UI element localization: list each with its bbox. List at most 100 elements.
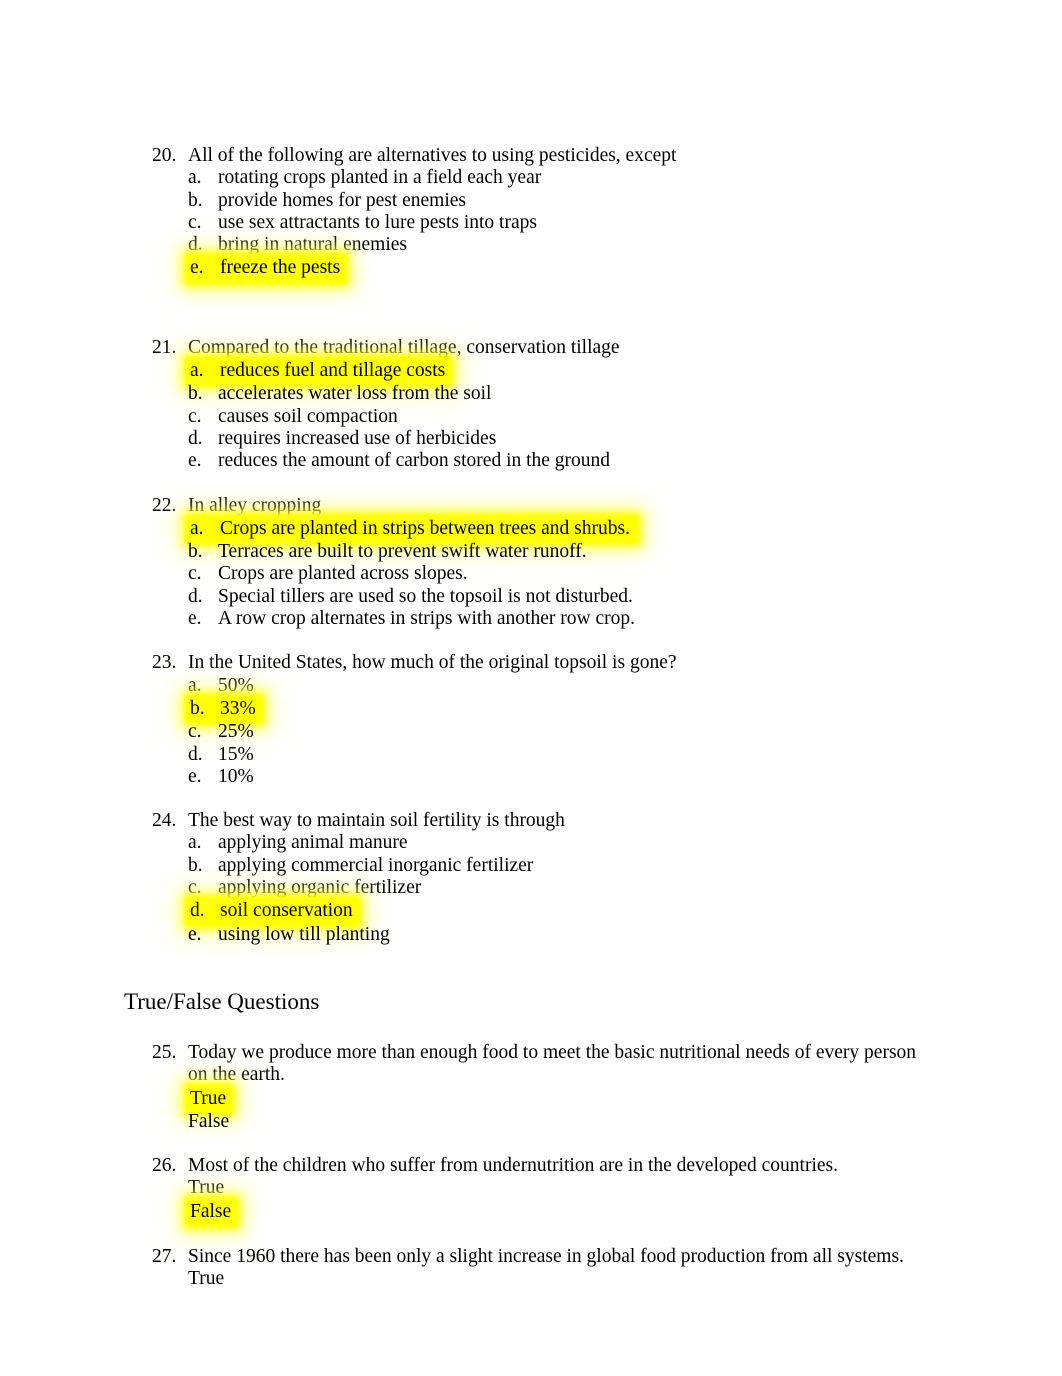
option-item[interactable]: e. using low till planting bbox=[0, 924, 1062, 946]
option-text: reduces the amount of carbon stored in t… bbox=[218, 450, 611, 472]
question-stem: In alley cropping bbox=[188, 494, 322, 516]
question-number: 23. bbox=[152, 652, 177, 674]
option-list: a. applying animal manure b. applying comme… bbox=[0, 832, 1062, 945]
question-stem-line: 27. Since 1960 there has been only a slig… bbox=[0, 1246, 1062, 1268]
option-text: Special tillers are used so the topsoil … bbox=[218, 585, 633, 607]
option-content: a. 50% bbox=[188, 675, 254, 697]
option-content: d. 15% bbox=[188, 744, 254, 766]
option-letter: a. bbox=[190, 360, 204, 382]
option-text: use sex attractants to lure pests into t… bbox=[218, 211, 537, 233]
option-item[interactable]: e. A row crop alternates in strips with a… bbox=[0, 608, 1062, 630]
option-item[interactable]: b. 33% bbox=[0, 696, 1062, 722]
option-letter: d. bbox=[188, 427, 203, 449]
question-stem-line: 23. In the United States, how much of the… bbox=[0, 652, 1062, 674]
truefalse-block: 27. Since 1960 there has been only a slig… bbox=[0, 1246, 1062, 1291]
option-content: a. applying animal manure bbox=[188, 832, 408, 854]
option-item[interactable]: e. freeze the pests bbox=[0, 256, 1062, 281]
option-text: accelerates water loss from the soil bbox=[218, 383, 492, 405]
question-number: 25. bbox=[152, 1041, 177, 1063]
option-letter: e. bbox=[190, 257, 204, 279]
question-stem: All of the following are alternatives to… bbox=[188, 145, 677, 166]
option-text: using low till planting bbox=[218, 923, 390, 945]
option-text: 10% bbox=[218, 765, 254, 787]
question-stem: Since 1960 there has been only a slight … bbox=[188, 1245, 904, 1267]
option-content: d. bring in natural enemies bbox=[188, 234, 407, 256]
option-highlighted: d. soil conservation bbox=[188, 899, 357, 924]
option-text: A row crop alternates in strips with ano… bbox=[218, 608, 635, 630]
question-stem-line: 24. The best way to maintain soil fertili… bbox=[0, 810, 1062, 832]
option-item[interactable]: d. Special tillers are used so the topsoi… bbox=[0, 586, 1062, 608]
option-item[interactable]: a. Crops are planted in strips between tr… bbox=[0, 516, 1062, 542]
question-stem: In the United States, how much of the or… bbox=[188, 652, 677, 674]
question-stem: Compared to the traditional tillage, con… bbox=[188, 336, 620, 358]
choice-label: True bbox=[188, 1268, 225, 1290]
question-stem: Today we produce more than enough food t… bbox=[188, 1041, 917, 1086]
truefalse-choice[interactable]: False bbox=[0, 1199, 1062, 1224]
option-letter: b. bbox=[188, 541, 203, 563]
option-letter: b. bbox=[188, 854, 203, 876]
option-item[interactable]: e. 10% bbox=[0, 766, 1062, 788]
option-item[interactable]: c. use sex attractants to lure pests into… bbox=[0, 212, 1062, 234]
question-block: 24. The best way to maintain soil fertili… bbox=[0, 810, 1062, 946]
choice-highlighted: False bbox=[188, 1199, 236, 1224]
section-heading: True/False Questions bbox=[124, 988, 320, 1014]
option-item[interactable]: a. reduces fuel and tillage costs bbox=[0, 359, 1062, 384]
truefalse-choice[interactable]: False bbox=[0, 1111, 1062, 1133]
truefalse-choice[interactable]: True bbox=[0, 1086, 1062, 1111]
option-item[interactable]: d. bring in natural enemies bbox=[0, 234, 1062, 256]
option-text: Crops are planted in strips between tree… bbox=[220, 517, 630, 539]
option-content: a. rotating crops planted in a field each… bbox=[188, 167, 541, 189]
option-item[interactable]: c. 25% bbox=[0, 721, 1062, 743]
option-item[interactable]: c. causes soil compaction bbox=[0, 406, 1062, 428]
option-item[interactable]: b. accelerates water loss from the soil bbox=[0, 383, 1062, 405]
option-letter: c. bbox=[188, 405, 202, 427]
option-content: c. use sex attractants to lure pests into… bbox=[188, 212, 537, 234]
option-content: b. provide homes for pest enemies bbox=[188, 190, 466, 212]
option-item[interactable]: a. rotating crops planted in a field each… bbox=[0, 167, 1062, 189]
truefalse-choice[interactable]: True bbox=[0, 1177, 1062, 1199]
option-item[interactable]: c. applying organic fertilizer bbox=[0, 877, 1062, 899]
truefalse-block: 25. Today we produce more than enough foo… bbox=[0, 1042, 1062, 1133]
option-text: requires increased use of herbicides bbox=[218, 427, 497, 449]
option-item[interactable]: d. 15% bbox=[0, 744, 1062, 766]
option-item[interactable]: b. provide homes for pest enemies bbox=[0, 190, 1062, 212]
option-text: 33% bbox=[220, 697, 256, 719]
option-letter: a. bbox=[188, 832, 202, 854]
option-content: e. reduces the amount of carbon stored in… bbox=[188, 450, 610, 472]
option-item[interactable]: d. soil conservation bbox=[0, 899, 1062, 924]
option-item[interactable]: d. requires increased use of herbicides bbox=[0, 428, 1062, 450]
option-item[interactable]: e. reduces the amount of carbon stored in… bbox=[0, 450, 1062, 472]
option-letter: c. bbox=[188, 211, 202, 233]
option-item[interactable]: c. Crops are planted across slopes. bbox=[0, 563, 1062, 585]
option-item[interactable]: b. applying commercial inorganic fertiliz… bbox=[0, 855, 1062, 877]
option-highlighted: a. Crops are planted in strips between tr… bbox=[188, 516, 636, 542]
option-letter: d. bbox=[188, 234, 203, 256]
question-number: 27. bbox=[152, 1245, 177, 1267]
document-body: 20. All of the following are alternatives… bbox=[0, 145, 1062, 1313]
option-content: b. accelerates water loss from the soil bbox=[188, 383, 491, 405]
option-text: soil conservation bbox=[220, 900, 353, 922]
question-block: 22. In alley cropping a. Crops are planted … bbox=[0, 495, 1062, 631]
question-stem: The best way to maintain soil fertility … bbox=[188, 810, 565, 832]
option-letter: e. bbox=[188, 923, 202, 945]
option-text: reduces fuel and tillage costs bbox=[220, 360, 446, 382]
option-content: b. Terraces are built to prevent swift wa… bbox=[188, 541, 587, 563]
option-text: rotating crops planted in a field each y… bbox=[218, 167, 542, 189]
option-letter: d. bbox=[188, 743, 203, 765]
option-text: provide homes for pest enemies bbox=[218, 189, 467, 211]
option-text: Terraces are built to prevent swift wate… bbox=[218, 541, 587, 563]
option-text: freeze the pests bbox=[220, 257, 341, 279]
option-text: 15% bbox=[218, 743, 254, 765]
option-item[interactable]: a. 50% bbox=[0, 675, 1062, 697]
option-content: b. applying commercial inorganic fertiliz… bbox=[188, 855, 533, 877]
truefalse-choice[interactable]: True bbox=[0, 1268, 1062, 1290]
option-content: e. 10% bbox=[188, 766, 254, 788]
option-letter: e. bbox=[188, 765, 202, 787]
option-item[interactable]: a. applying animal manure bbox=[0, 832, 1062, 854]
option-letter: c. bbox=[188, 563, 202, 585]
option-item[interactable]: b. Terraces are built to prevent swift wa… bbox=[0, 541, 1062, 563]
question-number: 24. bbox=[152, 810, 177, 832]
question-block: 20. All of the following are alternatives… bbox=[0, 145, 1062, 281]
option-highlighted: e. freeze the pests bbox=[188, 256, 345, 281]
option-content: c. 25% bbox=[188, 721, 254, 743]
